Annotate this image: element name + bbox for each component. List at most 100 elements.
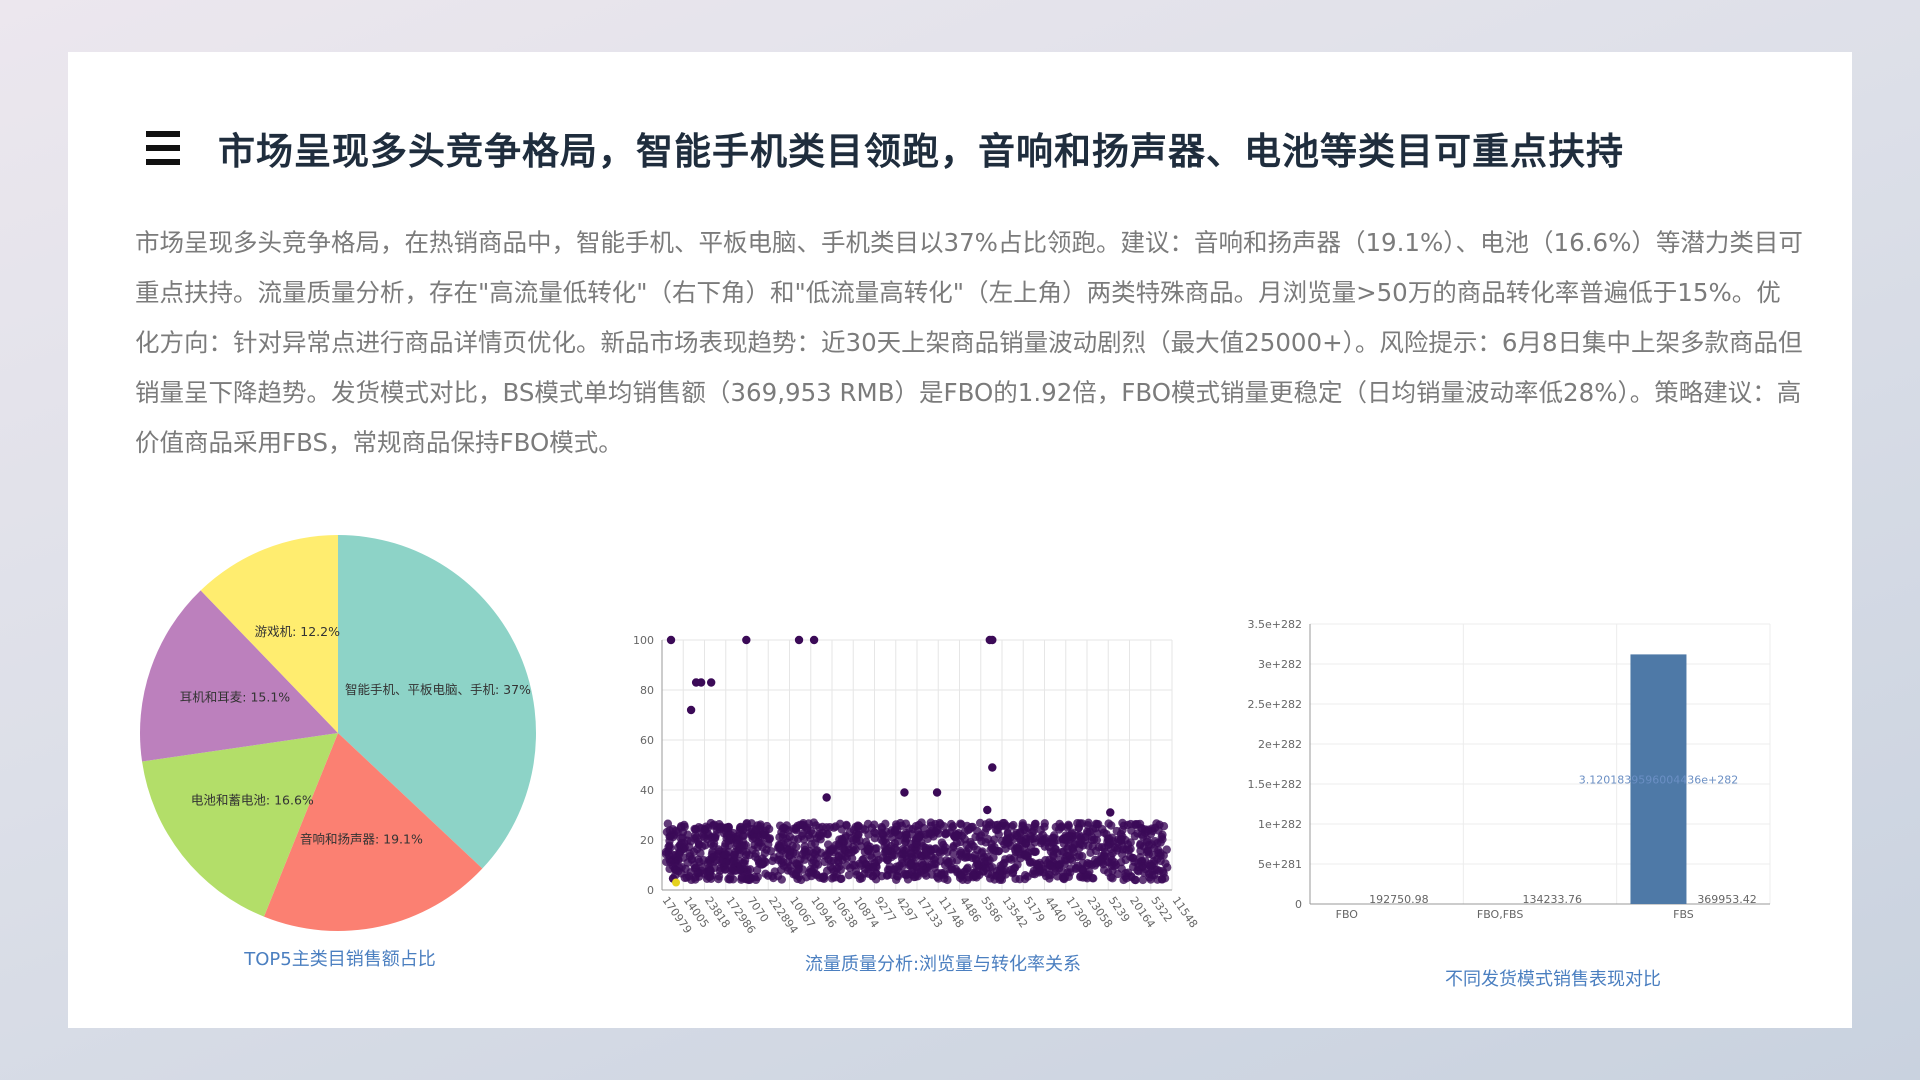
scatter-point[interactable] <box>847 848 856 857</box>
scatter-point[interactable] <box>1072 831 1082 841</box>
scatter-point[interactable] <box>913 869 922 879</box>
scatter-point[interactable] <box>1047 862 1057 871</box>
scatter-point[interactable] <box>995 866 1005 875</box>
scatter-point[interactable] <box>900 870 909 879</box>
scatter-point[interactable] <box>1066 864 1075 873</box>
scatter-point[interactable] <box>1105 839 1115 849</box>
scatter-point[interactable] <box>672 878 681 887</box>
scatter-point[interactable] <box>1030 847 1040 857</box>
scatter-point[interactable] <box>956 846 965 856</box>
scatter-point[interactable] <box>1113 838 1122 847</box>
scatter-point[interactable] <box>1009 820 1018 830</box>
scatter-point[interactable] <box>823 830 833 839</box>
scatter-point[interactable] <box>693 867 703 877</box>
scatter-point[interactable] <box>822 793 831 802</box>
scatter-point[interactable] <box>1055 860 1064 870</box>
scatter-point[interactable] <box>708 853 717 862</box>
scatter-point[interactable] <box>678 833 687 842</box>
scatter-point[interactable] <box>930 844 940 854</box>
scatter-point[interactable] <box>783 857 793 867</box>
scatter-point[interactable] <box>1148 851 1158 860</box>
scatter-point[interactable] <box>794 635 804 645</box>
scatter-point[interactable] <box>828 844 837 853</box>
scatter-point[interactable] <box>1077 864 1087 874</box>
scatter-point[interactable] <box>1023 872 1032 881</box>
scatter-point[interactable] <box>811 859 820 869</box>
scatter-point[interactable] <box>962 840 971 850</box>
scatter-point[interactable] <box>1099 865 1109 875</box>
scatter-point[interactable] <box>686 705 696 715</box>
scatter-point[interactable] <box>1074 823 1083 832</box>
scatter-point[interactable] <box>978 847 987 856</box>
scatter-point[interactable] <box>1002 835 1011 844</box>
scatter-point[interactable] <box>1018 821 1027 830</box>
scatter-point[interactable] <box>1058 834 1068 843</box>
scatter-point[interactable] <box>921 847 931 857</box>
scatter-point[interactable] <box>751 825 760 835</box>
scatter-point[interactable] <box>906 860 915 870</box>
scatter-point[interactable] <box>881 819 890 829</box>
scatter-point[interactable] <box>1161 859 1170 868</box>
scatter-point[interactable] <box>739 825 748 834</box>
scatter-point[interactable] <box>1158 830 1167 839</box>
scatter-point[interactable] <box>1030 869 1040 879</box>
scatter-point[interactable] <box>898 849 907 858</box>
scatter-point[interactable] <box>1021 850 1030 860</box>
scatter-point[interactable] <box>729 850 739 859</box>
scatter-point[interactable] <box>865 842 875 852</box>
scatter-point[interactable] <box>829 823 839 832</box>
scatter-point[interactable] <box>947 819 956 829</box>
scatter-point[interactable] <box>1110 858 1119 867</box>
scatter-point[interactable] <box>1135 840 1145 850</box>
scatter-point[interactable] <box>996 873 1005 883</box>
scatter-point[interactable] <box>936 820 945 829</box>
scatter-point[interactable] <box>736 865 745 874</box>
scatter-point[interactable] <box>721 850 730 859</box>
scatter-point[interactable] <box>932 788 942 797</box>
scatter-point[interactable] <box>983 805 992 815</box>
scatter-point[interactable] <box>964 873 973 882</box>
scatter-point[interactable] <box>1044 870 1054 879</box>
scatter-point[interactable] <box>706 678 716 687</box>
scatter-point[interactable] <box>833 856 843 865</box>
scatter-point[interactable] <box>1053 848 1062 858</box>
scatter-point[interactable] <box>666 857 675 867</box>
scatter-point[interactable] <box>1118 818 1127 828</box>
scatter-point[interactable] <box>869 863 878 872</box>
scatter-point[interactable] <box>1150 823 1160 832</box>
scatter-point[interactable] <box>868 872 877 881</box>
scatter-point[interactable] <box>1085 827 1094 837</box>
scatter-point[interactable] <box>1162 845 1171 854</box>
scatter-point[interactable] <box>930 863 939 872</box>
scatter-point[interactable] <box>836 865 845 874</box>
scatter-point[interactable] <box>937 838 947 847</box>
scatter-point[interactable] <box>666 635 676 645</box>
scatter-point[interactable] <box>990 835 999 844</box>
scatter-point[interactable] <box>956 819 965 828</box>
scatter-point[interactable] <box>1040 842 1050 851</box>
scatter-point[interactable] <box>1108 866 1117 876</box>
scatter-point[interactable] <box>809 635 819 645</box>
scatter-point[interactable] <box>685 842 694 852</box>
scatter-point[interactable] <box>1121 872 1130 881</box>
scatter-point[interactable] <box>719 828 728 838</box>
scatter-point[interactable] <box>1108 874 1117 883</box>
scatter-point[interactable] <box>804 819 813 828</box>
scatter-point[interactable] <box>988 635 997 645</box>
scatter-point[interactable] <box>1032 859 1041 869</box>
scatter-point[interactable] <box>776 855 785 864</box>
scatter-point[interactable] <box>807 871 816 881</box>
scatter-point[interactable] <box>986 874 995 883</box>
scatter-point[interactable] <box>855 871 865 881</box>
scatter-point[interactable] <box>704 831 713 840</box>
scatter-point[interactable] <box>726 830 736 840</box>
scatter-point[interactable] <box>849 825 859 835</box>
scatter-point[interactable] <box>917 858 927 868</box>
scatter-point[interactable] <box>789 835 799 844</box>
scatter-point[interactable] <box>1117 850 1127 859</box>
scatter-point[interactable] <box>699 855 708 865</box>
scatter-point[interactable] <box>852 834 861 843</box>
scatter-point[interactable] <box>1013 860 1022 869</box>
scatter-point[interactable] <box>751 852 760 862</box>
scatter-point[interactable] <box>668 850 677 860</box>
